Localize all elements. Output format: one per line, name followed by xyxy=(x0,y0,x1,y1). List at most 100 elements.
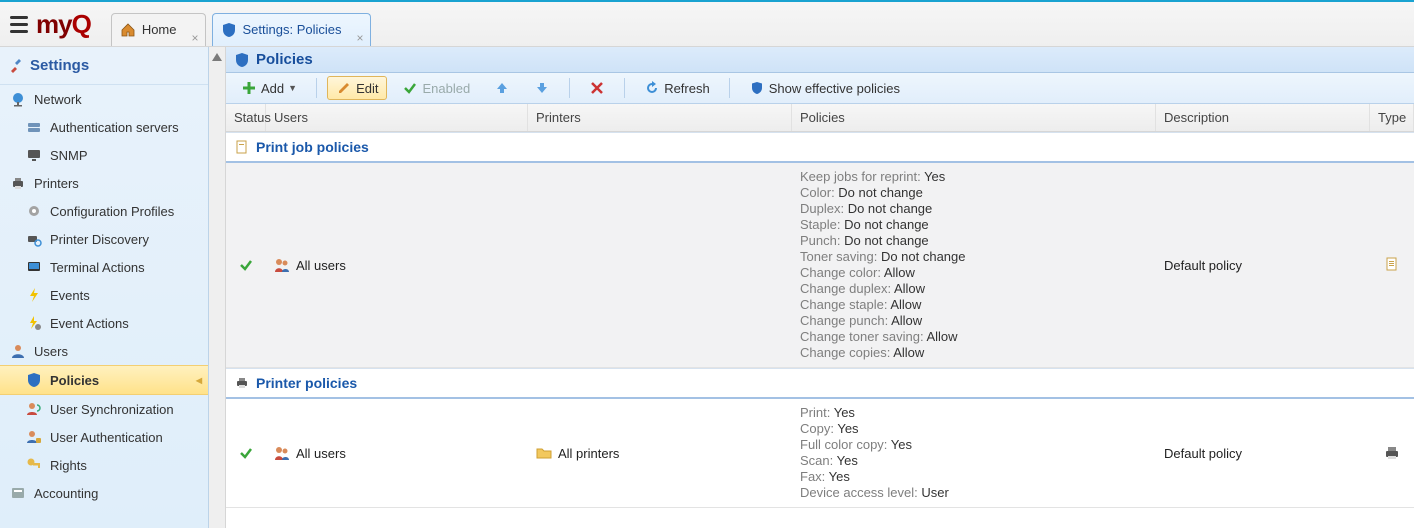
move-down-button[interactable] xyxy=(525,76,559,100)
description-cell: Default policy xyxy=(1156,252,1370,279)
document-icon xyxy=(234,139,250,155)
sidebar-item-event-actions[interactable]: Event Actions xyxy=(0,309,208,337)
refresh-icon xyxy=(644,80,660,96)
show-effective-button[interactable]: Show effective policies xyxy=(740,76,909,100)
arrow-up-icon xyxy=(494,80,510,96)
accounting-icon xyxy=(10,485,26,501)
section-print-job-label: Print job policies xyxy=(256,139,369,155)
delete-button[interactable] xyxy=(580,76,614,100)
policy-kv: Device access level: User xyxy=(800,485,1148,501)
type-cell xyxy=(1370,251,1414,279)
folder-icon xyxy=(536,445,552,461)
policy-kv: Scan: Yes xyxy=(800,453,1148,469)
col-policies[interactable]: Policies xyxy=(792,104,1156,131)
users-icon xyxy=(274,257,290,273)
sidebar-title: Settings xyxy=(0,47,208,85)
refresh-button[interactable]: Refresh xyxy=(635,76,719,100)
key-icon xyxy=(26,457,42,473)
sidebar-item-rights[interactable]: Rights xyxy=(0,451,208,479)
col-description[interactable]: Description xyxy=(1156,104,1370,131)
sidebar-item-label: Policies xyxy=(50,373,99,388)
printer-icon xyxy=(1384,445,1400,461)
sidebar-item-label: SNMP xyxy=(50,148,88,163)
col-type[interactable]: Type xyxy=(1370,104,1414,131)
users-cell: All users xyxy=(266,439,528,467)
sidebar-item-printers[interactable]: Printers xyxy=(0,169,208,197)
printers-label: All printers xyxy=(558,446,619,461)
enabled-button[interactable]: Enabled xyxy=(393,76,479,100)
section-print-job[interactable]: Print job policies xyxy=(226,132,1414,163)
section-printer[interactable]: Printer policies xyxy=(226,368,1414,399)
users-cell: All users xyxy=(266,251,528,279)
policy-row-printer[interactable]: All users All printers Print: YesCopy: Y… xyxy=(226,399,1414,508)
tab-settings-policies[interactable]: Settings: Policies × xyxy=(212,13,371,46)
policy-kv: Staple: Do not change xyxy=(800,217,1148,233)
col-users[interactable]: Users xyxy=(266,104,528,131)
sidebar-item-label: Printers xyxy=(34,176,79,191)
sidebar-item-label: Rights xyxy=(50,458,87,473)
printers-cell: All printers xyxy=(528,439,792,467)
app-window: myQ Home × Settings: Policies × Settings xyxy=(0,0,1414,528)
policy-kv: Change toner saving: Allow xyxy=(800,329,1148,345)
sidebar-item-events[interactable]: Events xyxy=(0,281,208,309)
sidebar-item-label: Printer Discovery xyxy=(50,232,149,247)
menu-icon[interactable] xyxy=(10,16,28,33)
sidebar-item-label: Configuration Profiles xyxy=(50,204,174,219)
shield-icon xyxy=(749,80,765,96)
sidebar-item-users[interactable]: Users xyxy=(0,337,208,365)
sidebar-item-auth-servers[interactable]: Authentication servers xyxy=(0,113,208,141)
policy-kv: Change duplex: Allow xyxy=(800,281,1148,297)
sidebar-item-snmp[interactable]: SNMP xyxy=(0,141,208,169)
plus-icon xyxy=(241,80,257,96)
section-printer-label: Printer policies xyxy=(256,375,357,391)
tab-home[interactable]: Home × xyxy=(111,13,206,46)
type-cell xyxy=(1370,439,1414,467)
grid-body: Print job policies All users Keep jobs f… xyxy=(226,132,1414,528)
policy-row-print-job[interactable]: All users Keep jobs for reprint: YesColo… xyxy=(226,163,1414,368)
col-printers[interactable]: Printers xyxy=(528,104,792,131)
sidebar-item-terminal-actions[interactable]: Terminal Actions xyxy=(0,253,208,281)
close-icon[interactable]: × xyxy=(191,22,198,54)
grid-header: Status Users Printers Policies Descripti… xyxy=(226,104,1414,132)
policy-kv: Print: Yes xyxy=(800,405,1148,421)
sidebar-item-config-profiles[interactable]: Configuration Profiles xyxy=(0,197,208,225)
sidebar-item-user-sync[interactable]: User Synchronization xyxy=(0,395,208,423)
policy-kv: Change punch: Allow xyxy=(800,313,1148,329)
sidebar-item-network[interactable]: Network xyxy=(0,85,208,113)
sidebar-item-user-auth[interactable]: User Authentication xyxy=(0,423,208,451)
sidebar-item-accounting[interactable]: Accounting xyxy=(0,479,208,507)
policy-kv: Color: Do not change xyxy=(800,185,1148,201)
user-icon xyxy=(10,343,26,359)
user-lock-icon xyxy=(26,429,42,445)
users-label: All users xyxy=(296,446,346,461)
add-button[interactable]: Add ▼ xyxy=(232,76,306,100)
shield-icon xyxy=(234,52,250,68)
col-status[interactable]: Status xyxy=(226,104,266,131)
check-icon xyxy=(238,257,254,273)
move-up-button[interactable] xyxy=(485,76,519,100)
policy-kv: Change staple: Allow xyxy=(800,297,1148,313)
sidebar-item-printer-discovery[interactable]: Printer Discovery xyxy=(0,225,208,253)
toolbar: Add ▼ Edit Enabled xyxy=(226,73,1414,104)
app-body: Settings Network Authentication servers … xyxy=(0,47,1414,528)
close-icon[interactable]: × xyxy=(356,22,363,54)
sidebar-item-label: User Synchronization xyxy=(50,402,174,417)
sidebar-item-label: Authentication servers xyxy=(50,120,179,135)
edit-button[interactable]: Edit xyxy=(327,76,387,100)
tab-home-label: Home xyxy=(142,14,177,46)
delete-x-icon xyxy=(589,80,605,96)
sidebar-scroll[interactable] xyxy=(209,47,226,528)
printer-icon xyxy=(234,375,250,391)
description-cell: Default policy xyxy=(1156,440,1370,467)
toolbar-separator xyxy=(569,78,570,98)
toolbar-separator xyxy=(316,78,317,98)
policy-kv: Keep jobs for reprint: Yes xyxy=(800,169,1148,185)
enabled-label: Enabled xyxy=(422,81,470,96)
dropdown-caret-icon: ▼ xyxy=(288,83,297,93)
refresh-label: Refresh xyxy=(664,81,710,96)
sidebar-item-policies[interactable]: Policies xyxy=(0,365,208,395)
check-icon xyxy=(402,80,418,96)
policy-kv: Change copies: Allow xyxy=(800,345,1148,361)
sidebar-item-label: User Authentication xyxy=(50,430,163,445)
sidebar-item-label: Users xyxy=(34,344,68,359)
